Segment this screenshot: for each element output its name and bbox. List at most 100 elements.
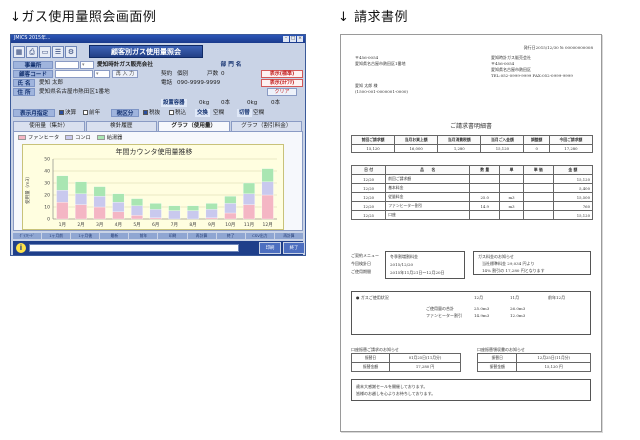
summary-value: 17,280 [548, 144, 594, 153]
detail-cell [469, 174, 501, 184]
reinput-button[interactable]: 再 入 力 [112, 70, 138, 78]
bar-segment [168, 210, 181, 220]
detail-cell: 760 [552, 201, 594, 211]
office-label: 事業所 [13, 61, 53, 69]
summary-table: 前回ご請求額 当月お買上額 当月消費税額 当月ご入金額 調整額 今回ご請求額 15,120… [350, 135, 594, 153]
settings-icon[interactable]: ⚙ [65, 46, 77, 58]
name-value: 愛知 太郎 [39, 80, 64, 86]
print-button[interactable]: 印刷 [259, 242, 281, 254]
summary-value: 0 [523, 144, 550, 153]
bar-segment [168, 205, 181, 211]
bar-segment [75, 181, 87, 194]
message-line-1: 歳末大感謝セールを開催しております。 [356, 384, 428, 389]
legend-label-stove: コンロ [75, 135, 91, 141]
detail-cell [499, 174, 524, 184]
option-year[interactable]: 前年 [83, 109, 100, 117]
minimize-icon[interactable]: – [283, 36, 289, 42]
bar-segment [187, 210, 199, 220]
office-dropdown[interactable]: ▾ [80, 61, 94, 69]
bar-segment [93, 196, 106, 208]
option-tax-incl[interactable]: 税込 [169, 109, 186, 117]
detail-header: 数 量 [469, 165, 501, 175]
cut-value: 空欄 [253, 110, 265, 116]
print-icon[interactable]: ⎙ [26, 46, 38, 58]
function-key-9[interactable]: CSV出力 [245, 233, 274, 239]
households-label: 戸数 [207, 71, 219, 77]
status-bar: i 印刷 終了 [13, 241, 305, 255]
function-key-3[interactable]: 1ヶ月後 [71, 233, 100, 239]
bar-segment [261, 181, 274, 196]
legend-stove: コンロ [65, 134, 91, 141]
list-icon[interactable]: ☰ [52, 46, 64, 58]
window-icon[interactable]: ▭ [39, 46, 51, 58]
usage-total-label: ご使用量の合計 [426, 306, 454, 311]
summary-header: 前回ご請求額 [350, 135, 396, 145]
bar-segment [243, 193, 255, 205]
tab-usage-graph[interactable]: グラフ（使用量） [158, 121, 230, 131]
capacity-value-3: 0kg [247, 100, 258, 106]
y-tick-label: 40 [44, 169, 50, 175]
settle-checkbox[interactable] [59, 110, 64, 115]
clear-button[interactable]: クリア [267, 88, 297, 96]
function-key-7[interactable]: 再計算 [187, 233, 216, 239]
invoice-title: ご請求書明細書 [449, 123, 492, 130]
office-code-field[interactable] [55, 61, 79, 69]
detail-cell [499, 183, 524, 193]
transfer-request-row-1: 振替日 01月25日(11月分) [350, 353, 461, 363]
function-key-4[interactable]: 最新 [100, 233, 129, 239]
tax-excl-option-label: 税抜 [149, 110, 161, 116]
bar-segment [261, 168, 274, 182]
function-key-8[interactable]: 終了 [216, 233, 245, 239]
exchange-value: 空欄 [213, 110, 225, 116]
function-key-2[interactable]: 1ヶ月前 [42, 233, 71, 239]
exit-button[interactable]: 終了 [283, 242, 305, 254]
function-key-1[interactable]: ｸﾞﾗﾌﾓｰﾄﾞ [13, 233, 42, 239]
detail-cell: 12/20 [350, 192, 387, 202]
legend-water-heater: 給湯器 [96, 134, 122, 141]
y-tick-label: 20 [44, 193, 50, 199]
legend-swatch-water [96, 135, 105, 140]
message-field [29, 244, 239, 252]
customer-code-dropdown[interactable]: ▾ [94, 70, 110, 78]
bar-segment [112, 211, 125, 220]
recipient-address: 愛知県名古屋市熱田区1番地 [355, 61, 406, 66]
maximize-icon[interactable]: □ [290, 36, 296, 42]
bar-segment [131, 198, 143, 206]
usage-chart: 年間カウンタ使用量推移使用量（m3） 0 10 20 30 40 50 1月 2月 3月 4月 5月 6… [24, 147, 277, 228]
detail-cell [522, 201, 554, 211]
detail-table: 日 付品 名数 量単単 価金 額 12/20 前回ご請求額 15,120 12/20 基… [350, 165, 594, 220]
function-key-5[interactable]: 前年 [129, 233, 158, 239]
x-tick-label: 9月 [208, 222, 215, 228]
grid-icon[interactable]: ▦ [13, 46, 25, 58]
close-icon[interactable]: × [297, 36, 303, 42]
option-settle[interactable]: 決算 [59, 109, 76, 117]
detail-cell: 15,120 [552, 210, 594, 220]
tab-discount-graph[interactable]: グラフ（割引料金） [230, 121, 302, 131]
tax-excl-radio[interactable] [143, 110, 148, 115]
bar-segment [112, 193, 125, 203]
display-kana-button[interactable]: 表示(ｶﾅﾌﾘ) [261, 79, 303, 87]
bar-segment [224, 212, 237, 220]
tab-meter-history[interactable]: 検針履歴 [85, 121, 157, 131]
detail-cell: 前回ご請求額 [385, 174, 471, 184]
window-controls: – □ × [283, 36, 303, 42]
option-tax-excl[interactable]: 税抜 [143, 109, 160, 117]
bar-segment [243, 182, 255, 194]
tax-incl-radio[interactable] [169, 110, 174, 115]
address-value: 愛知県名古屋市熱田区1番地 [39, 89, 110, 95]
transfer-receipt-row-2: 振替金額 15,120 円 [476, 362, 591, 372]
tab-usage-summary[interactable]: 使用量（集計） [13, 121, 85, 131]
function-key-10[interactable]: 再計算 [274, 233, 303, 239]
usage-total-1: 25.0m3 [474, 306, 490, 311]
issue-date: 発行日2015/12/30 № 00000000008 [523, 45, 593, 50]
customer-code-field[interactable] [55, 70, 93, 78]
bar-segment [187, 205, 199, 211]
phone-label: 電話 [161, 80, 173, 86]
bar-segment [205, 217, 218, 220]
right-heading: ↓ 請求書例 [338, 10, 409, 25]
transfer-request-row-2: 振替金額 17,280 円 [350, 362, 461, 372]
function-key-6[interactable]: 印刷 [158, 233, 187, 239]
x-tick-label: 10月 [225, 222, 235, 228]
display-standard-button[interactable]: 表示(標準) [261, 70, 303, 78]
year-checkbox[interactable] [83, 110, 88, 115]
